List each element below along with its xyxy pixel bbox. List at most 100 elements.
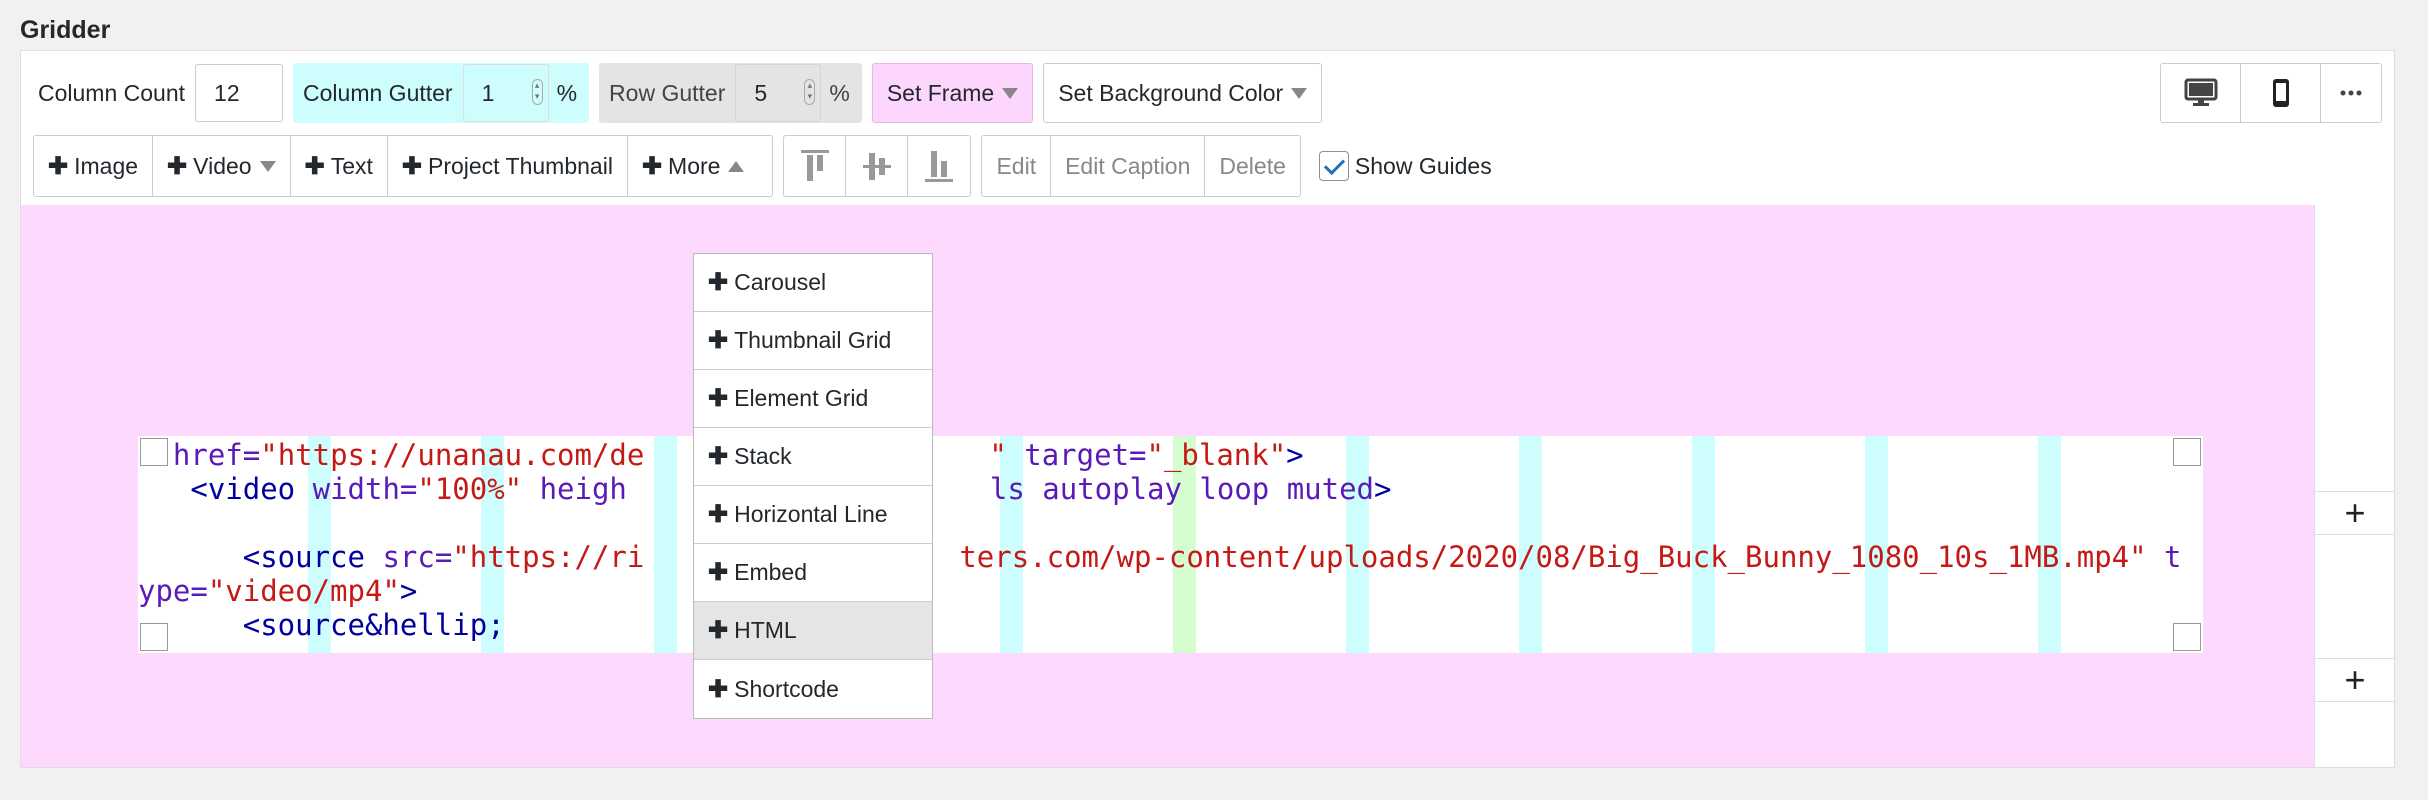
resize-handle-top-right[interactable] — [2173, 438, 2201, 466]
column-gutter-group: Column Gutter ▴▾ % — [293, 63, 590, 123]
more-label: More — [668, 152, 721, 179]
caret-up-icon — [728, 160, 745, 172]
column-gutter-spinner[interactable]: ▴▾ — [462, 64, 549, 122]
menu-item-label: Carousel — [734, 269, 827, 295]
set-frame-label: Set Frame — [886, 79, 995, 106]
spinner-arrows-icon[interactable]: ▴ ▾ — [531, 79, 543, 105]
more-icon — [2340, 90, 2362, 96]
plus-icon: ✚ — [48, 152, 69, 180]
plus-icon: ✚ — [401, 152, 422, 180]
menu-item-element-grid[interactable]: ✚ Element Grid — [694, 370, 932, 428]
more-dropdown-menu: ✚ Carousel ✚ Thumbnail Grid ✚ Element Grid … — [693, 253, 933, 719]
gridder-panel: Column Count Column Gutter ▴▾ % Row Gutt… — [20, 50, 2395, 768]
column-count-group: Column Count — [33, 63, 284, 123]
set-background-label: Set Background Color — [1058, 79, 1284, 106]
align-bottom-icon — [925, 151, 954, 182]
align-top-icon — [800, 150, 829, 181]
app-title: Gridder — [20, 16, 111, 44]
mobile-icon — [2272, 79, 2289, 107]
grid-settings-toolbar: Column Count Column Gutter ▴▾ % Row Gutt… — [33, 63, 1332, 123]
resize-handle-bottom-left[interactable] — [140, 623, 168, 651]
add-element-group: ✚ Image ✚ Video ✚ Text ✚ Project Thumbnail ✚… — [33, 135, 774, 197]
menu-item-label: Horizontal Line — [734, 501, 888, 527]
column-count-input[interactable] — [195, 64, 284, 122]
add-video-label: Video — [193, 152, 252, 179]
plus-icon: ✚ — [304, 152, 325, 180]
show-guides-label: Show Guides — [1354, 152, 1492, 179]
set-background-color-button[interactable]: Set Background Color — [1043, 63, 1323, 123]
alignment-group — [783, 135, 972, 197]
plus-icon: + — [2344, 492, 2366, 533]
show-guides-checkbox[interactable] — [1318, 151, 1349, 181]
add-video-button[interactable]: ✚ Video — [153, 136, 291, 196]
add-row-button[interactable]: + — [2315, 658, 2395, 702]
plus-icon: ✚ — [708, 269, 729, 296]
align-top-button[interactable] — [784, 136, 847, 196]
caret-down-icon — [1002, 87, 1019, 99]
row-gutter-label: Row Gutter — [609, 79, 726, 106]
add-text-button[interactable]: ✚ Text — [291, 136, 388, 196]
menu-item-stack[interactable]: ✚ Stack — [694, 428, 932, 486]
menu-item-carousel[interactable]: ✚ Carousel — [694, 254, 932, 312]
code-line: ype="video/mp4"> — [138, 574, 418, 608]
add-image-label: Image — [74, 152, 139, 179]
delete-button[interactable]: Delete — [1205, 136, 1299, 196]
more-options-button[interactable] — [2321, 64, 2381, 122]
desktop-icon — [2184, 78, 2217, 106]
code-line: a href="https://unanau.com/de" target="_… — [138, 438, 1304, 472]
element-toolbar: ✚ Image ✚ Video ✚ Text ✚ Project Thumbnail ✚… — [33, 135, 1492, 197]
align-middle-icon — [862, 153, 891, 180]
html-code-preview: a href="https://unanau.com/de" target="_… — [138, 436, 2203, 642]
set-frame-button[interactable]: Set Frame — [871, 63, 1034, 123]
plus-icon: ✚ — [641, 152, 663, 180]
menu-item-label: Embed — [734, 559, 807, 585]
html-element[interactable]: a href="https://unanau.com/de" target="_… — [138, 436, 2203, 653]
plus-icon: ✚ — [708, 385, 729, 412]
code-line: <video width="100%" heigh ls autoplay loo… — [138, 472, 1392, 506]
plus-icon: + — [2344, 659, 2366, 700]
menu-item-label: Thumbnail Grid — [734, 327, 892, 353]
mobile-view-button[interactable] — [2241, 64, 2321, 122]
plus-icon: ✚ — [708, 559, 729, 586]
code-line: <source src="https://ri ters.com/wp-conte… — [138, 540, 2182, 574]
menu-item-label: Stack — [734, 443, 792, 469]
device-switcher — [2160, 63, 2382, 123]
column-gutter-unit: % — [556, 79, 578, 106]
align-bottom-button[interactable] — [908, 136, 970, 196]
spinner-arrows-icon[interactable]: ▴ ▾ — [804, 79, 816, 105]
menu-item-horizontal-line[interactable]: ✚ Horizontal Line — [694, 486, 932, 544]
code-line: <source&hellip; — [138, 608, 505, 642]
plus-icon: ✚ — [708, 443, 729, 470]
menu-item-html[interactable]: ✚ HTML — [694, 602, 932, 660]
add-image-button[interactable]: ✚ Image — [34, 136, 154, 196]
show-guides-toggle[interactable]: Show Guides — [1318, 151, 1492, 181]
caret-down-icon — [259, 160, 276, 172]
column-gutter-label: Column Gutter — [303, 79, 453, 106]
edit-caption-button[interactable]: Edit Caption — [1051, 136, 1206, 196]
menu-item-thumbnail-grid[interactable]: ✚ Thumbnail Grid — [694, 312, 932, 370]
menu-item-label: HTML — [734, 617, 797, 643]
column-count-label: Column Count — [38, 79, 186, 106]
menu-item-label: Shortcode — [734, 675, 839, 702]
align-middle-button[interactable] — [846, 136, 909, 196]
resize-handle-bottom-right[interactable] — [2173, 623, 2201, 651]
add-text-label: Text — [330, 152, 373, 179]
add-project-thumbnail-button[interactable]: ✚ Project Thumbnail — [388, 136, 628, 196]
add-row-button[interactable]: + — [2315, 491, 2395, 535]
plus-icon: ✚ — [708, 675, 729, 703]
menu-item-shortcode[interactable]: ✚ Shortcode — [694, 660, 932, 718]
row-gutter-unit: % — [829, 79, 850, 106]
edit-button[interactable]: Edit — [982, 136, 1052, 196]
grid-canvas[interactable]: a href="https://unanau.com/de" target="_… — [21, 205, 2314, 767]
resize-handle-top-left[interactable] — [140, 438, 168, 466]
caret-down-icon — [1291, 87, 1308, 99]
menu-item-embed[interactable]: ✚ Embed — [694, 544, 932, 602]
desktop-view-button[interactable] — [2161, 64, 2241, 122]
plus-icon: ✚ — [167, 152, 188, 180]
plus-icon: ✚ — [708, 617, 729, 644]
plus-icon: ✚ — [708, 501, 729, 528]
row-gutter-spinner[interactable]: ▴▾ — [735, 64, 822, 122]
edit-group: Edit Edit Caption Delete — [981, 135, 1301, 197]
more-button[interactable]: ✚ More — [628, 136, 773, 196]
